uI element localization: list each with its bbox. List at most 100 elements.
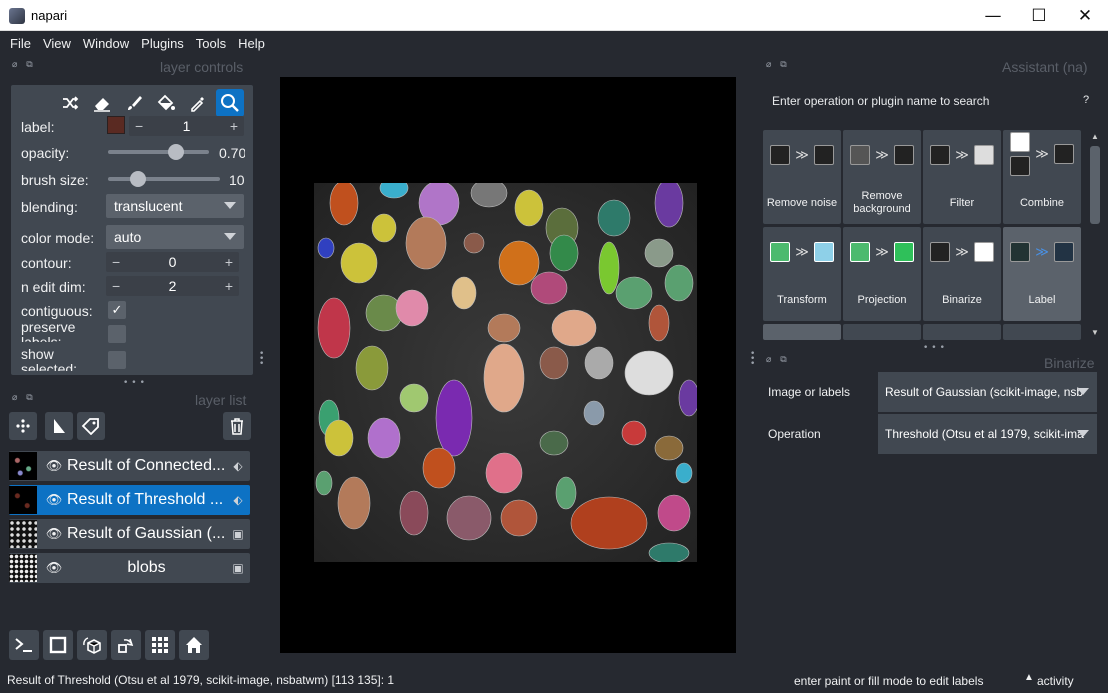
brush-size-slider[interactable] xyxy=(108,171,220,187)
visibility-eye-icon[interactable]: 👁 xyxy=(41,492,67,508)
tile-filter[interactable]: ≫ Filter xyxy=(923,130,1001,224)
opacity-slider-handle[interactable] xyxy=(168,144,184,160)
home-button[interactable] xyxy=(179,630,209,660)
activity-arrow-icon[interactable]: ▲ xyxy=(1024,672,1034,683)
splitter-handle[interactable]: ••• xyxy=(923,343,948,353)
tile-remove-noise[interactable]: ≫ Remove noise xyxy=(763,130,841,224)
dock-close-icon[interactable]: ⌀ ⧉ xyxy=(766,355,790,365)
maximize-button[interactable]: ☐ xyxy=(1016,0,1062,31)
operation-value: Threshold (Otsu et al 1979, scikit-ima xyxy=(885,427,1084,441)
menu-help[interactable]: Help xyxy=(232,36,271,51)
menu-window[interactable]: Window xyxy=(77,36,135,51)
status-bar: Result of Threshold (Otsu et al 1979, sc… xyxy=(0,670,1108,693)
menu-file[interactable]: File xyxy=(4,36,37,51)
contour-spinbox[interactable]: − 0 + xyxy=(106,252,239,272)
image-or-labels-select[interactable]: Result of Gaussian (scikit-image, nsb xyxy=(878,372,1097,412)
scroll-up-icon[interactable]: ▲ xyxy=(1091,132,1099,141)
toggle-ndisplay-button[interactable] xyxy=(43,630,73,660)
brush-size-label: brush size: xyxy=(21,172,89,188)
contour-increment-button[interactable]: + xyxy=(225,254,233,270)
tile-projection[interactable]: ≫ Projection xyxy=(843,227,921,321)
tile-remove-background[interactable]: ≫ Remove background xyxy=(843,130,921,224)
label-spinbox[interactable]: − 1 + xyxy=(129,116,244,136)
opacity-slider[interactable] xyxy=(108,144,209,160)
dock-float-icon[interactable]: ⌀ ⧉ xyxy=(12,393,36,403)
layer-controls-header: layer controls xyxy=(160,59,244,75)
shuffle-icon[interactable] xyxy=(56,89,84,117)
color-mode-select[interactable]: auto xyxy=(106,225,244,249)
operation-search-input[interactable]: Enter operation or plugin name to search xyxy=(766,89,1072,111)
layer-item-connected[interactable]: 👁 Result of Connected... ⬖ xyxy=(9,451,250,481)
layer-item-blobs[interactable]: 👁 blobs ▣ xyxy=(9,553,250,583)
scrollbar-handle[interactable] xyxy=(1090,146,1100,224)
n-edit-dim-spinbox[interactable]: − 2 + xyxy=(106,276,239,296)
labeled-image-icon xyxy=(1053,242,1074,262)
activity-button[interactable]: activity xyxy=(1037,674,1074,688)
tile-label[interactable]: ≫ Label xyxy=(1003,227,1081,321)
visibility-eye-icon[interactable]: 👁 xyxy=(41,560,67,576)
grid-view-button[interactable] xyxy=(145,630,175,660)
menu-view[interactable]: View xyxy=(37,36,77,51)
console-button[interactable] xyxy=(9,630,39,660)
new-points-layer-button[interactable] xyxy=(9,412,37,440)
close-button[interactable]: ✕ xyxy=(1062,0,1108,31)
transpose-button[interactable] xyxy=(111,630,141,660)
label-color-swatch[interactable] xyxy=(107,116,125,134)
menu-plugins[interactable]: Plugins xyxy=(135,36,190,51)
tile-combine[interactable]: ≫ Combine xyxy=(1003,130,1081,224)
new-shapes-layer-button[interactable] xyxy=(45,412,73,440)
assistant-scrollbar[interactable]: ▲ ▼ xyxy=(1088,130,1102,340)
visibility-eye-icon[interactable]: 👁 xyxy=(41,458,67,474)
tile-partial[interactable] xyxy=(843,324,921,340)
labeled-blobs-image[interactable] xyxy=(314,183,697,562)
vertical-splitter-handle[interactable]: • • • xyxy=(259,350,265,369)
layer-item-threshold[interactable]: 👁 Result of Threshold ... ⬖ xyxy=(9,485,250,515)
label-blob xyxy=(648,542,690,562)
tile-transform[interactable]: ≫ Transform xyxy=(763,227,841,321)
color-picker-icon[interactable] xyxy=(184,89,212,117)
preserve-labels-checkbox[interactable] xyxy=(108,325,126,343)
minimize-button[interactable]: — xyxy=(970,0,1016,31)
blending-select[interactable]: translucent xyxy=(106,194,244,218)
contour-decrement-button[interactable]: − xyxy=(112,254,120,270)
label-decrement-button[interactable]: − xyxy=(135,118,143,134)
tile-partial[interactable] xyxy=(923,324,1001,340)
menu-tools[interactable]: Tools xyxy=(190,36,232,51)
brush-size-slider-handle[interactable] xyxy=(130,171,146,187)
tile-partial[interactable] xyxy=(763,324,841,340)
label-blob xyxy=(555,476,577,510)
tile-binarize[interactable]: ≫ Binarize xyxy=(923,227,1001,321)
splitter-handle[interactable]: ••• xyxy=(123,378,148,388)
layer-name: blobs xyxy=(127,559,166,576)
checkmark-icon: ✓ xyxy=(111,302,123,317)
n-edit-dim-decrement-button[interactable]: − xyxy=(112,278,120,294)
operation-select[interactable]: Threshold (Otsu et al 1979, scikit-ima xyxy=(878,414,1097,454)
label-label: label: xyxy=(21,119,55,135)
combined-image-icon xyxy=(1053,144,1074,164)
roll-dimensions-button[interactable] xyxy=(77,630,107,660)
layer-item-gaussian[interactable]: 👁 Result of Gaussian (... ▣ xyxy=(9,519,250,549)
label-increment-button[interactable]: + xyxy=(230,118,238,134)
chevron-down-icon xyxy=(224,202,236,209)
fill-bucket-icon[interactable] xyxy=(152,89,180,117)
label-blob xyxy=(678,379,697,417)
eraser-icon[interactable] xyxy=(88,89,116,117)
brush-size-value: 10 xyxy=(229,172,245,188)
n-edit-dim-increment-button[interactable]: + xyxy=(225,278,233,294)
scroll-down-icon[interactable]: ▼ xyxy=(1091,328,1099,337)
tile-partial[interactable] xyxy=(1003,324,1081,340)
show-selected-checkbox[interactable] xyxy=(108,351,126,369)
visibility-eye-icon[interactable]: 👁 xyxy=(41,526,67,542)
delete-layer-button[interactable] xyxy=(223,412,251,440)
label-icon: ⬖ xyxy=(233,459,243,473)
vertical-splitter-handle[interactable]: • • • xyxy=(750,350,756,369)
dock-close-icon[interactable]: ⌀ ⧉ xyxy=(766,60,790,70)
paint-brush-icon[interactable] xyxy=(120,89,148,117)
contiguous-checkbox[interactable]: ✓ xyxy=(108,301,126,319)
new-labels-layer-button[interactable] xyxy=(77,412,105,440)
zoom-icon[interactable] xyxy=(216,89,244,117)
dock-close-icon[interactable]: ⌀ ⧉ xyxy=(12,60,36,70)
help-button[interactable]: ? xyxy=(1083,94,1089,106)
window-title: napari xyxy=(31,8,68,23)
chevron-down-icon xyxy=(224,233,236,240)
